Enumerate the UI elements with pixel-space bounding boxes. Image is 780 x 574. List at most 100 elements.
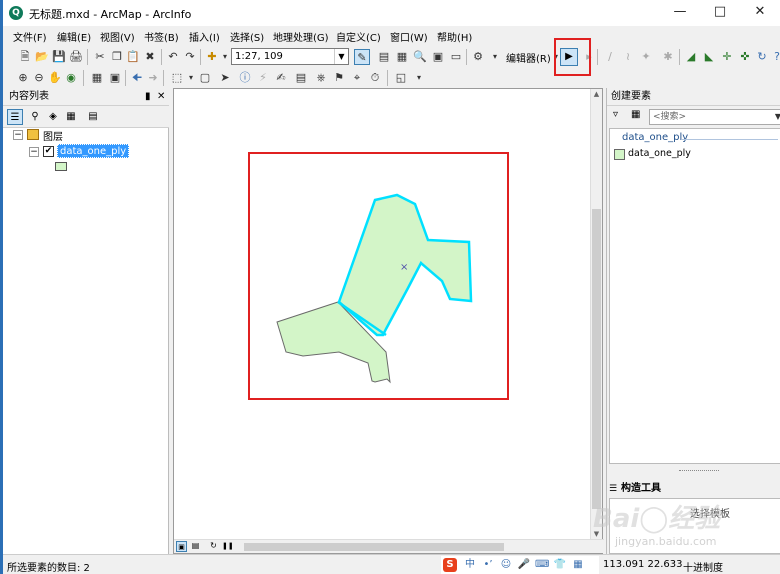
menu-bookmarks[interactable]: 书签(B)	[144, 29, 179, 44]
table-of-contents-icon[interactable]: ▤	[376, 49, 392, 65]
map-scale-combobox[interactable]: 1:27, 109 ▼	[231, 48, 349, 65]
menu-view[interactable]: 视图(V)	[100, 29, 135, 44]
organize-templates-icon[interactable]: ▦	[631, 109, 640, 120]
layer-name[interactable]: data_one_ply	[57, 144, 130, 158]
catalog-icon[interactable]: ▦	[394, 49, 410, 65]
arctoolbox-icon[interactable]: ▣	[430, 49, 446, 65]
collapse-icon[interactable]: −	[13, 130, 23, 140]
root-layer-label[interactable]: 图层	[43, 128, 63, 143]
forward-icon[interactable]: ➜	[145, 70, 161, 86]
menu-windows[interactable]: 窗口(W)	[390, 29, 428, 44]
map-display[interactable]: × ▲ ▼ ▣ ▤ ↻ ❚❚	[173, 88, 604, 555]
list-by-selection-icon[interactable]: ▦	[63, 109, 79, 125]
full-extent-icon[interactable]: ◉	[63, 70, 79, 86]
sogou-ime-icon[interactable]: S	[443, 558, 457, 572]
new-document-icon[interactable]: 🗎	[17, 49, 33, 65]
help-icon[interactable]: ?	[769, 49, 780, 65]
tools-icon[interactable]: ▦	[571, 558, 585, 572]
model-builder-icon[interactable]: ⚙	[470, 49, 486, 65]
close-icon[interactable]: ✕	[157, 88, 165, 105]
data-view-icon[interactable]: ▣	[176, 541, 187, 552]
list-by-drawing-order-icon[interactable]: ☰	[7, 109, 23, 125]
chinese-mode-icon[interactable]: 中	[463, 558, 477, 572]
reshape-feature-icon[interactable]: ◣	[701, 49, 717, 65]
delete-icon[interactable]: ✖	[142, 49, 158, 65]
find-icon[interactable]: ⎈	[313, 70, 329, 86]
back-icon[interactable]: 🠈	[129, 70, 145, 86]
layer-visibility-checkbox[interactable]: ✔	[43, 146, 54, 157]
menu-customize[interactable]: 自定义(C)	[336, 29, 381, 44]
globe-icon: Q	[9, 6, 23, 20]
save-icon[interactable]: 💾	[51, 49, 67, 65]
toolbar-separator	[163, 70, 164, 86]
layer-symbol-swatch[interactable]	[55, 162, 67, 171]
copy-icon[interactable]: ❐	[109, 49, 125, 65]
edit-vertices-icon[interactable]: ◢	[683, 49, 699, 65]
keyboard-icon[interactable]: ⌨	[535, 558, 549, 572]
options-icon[interactable]: ▤	[85, 109, 101, 125]
fixed-zoom-out-icon[interactable]: ▣	[107, 70, 123, 86]
toolbar-overflow-icon[interactable]: ▾	[411, 70, 427, 86]
menu-help[interactable]: 帮助(H)	[437, 29, 472, 44]
menu-insert[interactable]: 插入(I)	[189, 29, 220, 44]
scroll-up-icon[interactable]: ▲	[592, 90, 601, 99]
vertical-scroll-thumb[interactable]	[592, 209, 601, 509]
maximize-icon[interactable]: □	[700, 0, 740, 26]
pin-icon[interactable]: ▮	[145, 88, 151, 105]
layout-view-icon[interactable]: ▤	[190, 541, 201, 552]
refresh-icon[interactable]: ↻	[208, 541, 219, 552]
menu-file[interactable]: 文件(F)	[13, 29, 47, 44]
emoji-icon[interactable]: ☺	[499, 558, 513, 572]
filter-icon[interactable]: ▿	[613, 109, 618, 120]
menu-selection[interactable]: 选择(S)	[230, 29, 264, 44]
undo-icon[interactable]: ↶	[165, 49, 181, 65]
cut-polygons-icon[interactable]: ✛	[719, 49, 735, 65]
horizontal-scroll-thumb[interactable]	[244, 543, 504, 551]
python-icon[interactable]: ▭	[448, 49, 464, 65]
list-by-visibility-icon[interactable]: ◈	[45, 109, 61, 125]
select-elements-icon[interactable]: ➤	[217, 70, 233, 86]
print-icon[interactable]: 🖨	[68, 49, 84, 65]
cursor-coordinates: 113.091 22.633	[603, 559, 683, 570]
html-popup-icon[interactable]: ✍	[273, 70, 289, 86]
editor-menu[interactable]: 编辑器(R)	[506, 50, 551, 65]
toc-title: 内容列表	[9, 91, 49, 102]
measure-icon[interactable]: ▤	[293, 70, 309, 86]
rotate-icon[interactable]: ↻	[754, 49, 770, 65]
toolbar-separator	[161, 49, 162, 65]
microphone-icon[interactable]: 🎤	[517, 558, 531, 572]
pause-drawing-icon[interactable]: ❚❚	[222, 541, 234, 552]
editor-toolbar-icon[interactable]: ✎	[354, 49, 370, 65]
cut-icon[interactable]: ✂	[92, 49, 108, 65]
list-by-source-icon[interactable]: ⚲	[27, 109, 43, 125]
identify-icon[interactable]: ⓘ	[237, 70, 253, 86]
zoom-out-icon[interactable]: ⊖	[31, 70, 47, 86]
pan-icon[interactable]: ✋	[47, 70, 63, 86]
minimize-icon[interactable]: —	[660, 0, 700, 26]
redo-icon[interactable]: ↷	[182, 49, 198, 65]
panel-splitter[interactable]	[609, 468, 780, 474]
paste-icon[interactable]: 📋	[125, 49, 141, 65]
menu-edit[interactable]: 编辑(E)	[57, 29, 91, 44]
punctuation-icon[interactable]: •’	[481, 558, 495, 572]
search-window-icon[interactable]: 🔍	[412, 49, 428, 65]
map-canvas[interactable]: ×	[174, 89, 604, 555]
template-search-input[interactable]: <搜索> ▼	[649, 109, 780, 125]
fixed-zoom-in-icon[interactable]: ▦	[89, 70, 105, 86]
chevron-down-icon[interactable]: ▼	[334, 49, 348, 64]
close-icon[interactable]: ✕	[740, 0, 780, 26]
split-tool-icon[interactable]: ✜	[737, 49, 753, 65]
zoom-in-icon[interactable]: ⊕	[15, 70, 31, 86]
time-slider-icon[interactable]: ⏱	[367, 70, 383, 86]
find-route-icon[interactable]: ⚑	[331, 70, 347, 86]
menu-geoprocessing[interactable]: 地理处理(G)	[273, 29, 329, 44]
open-folder-icon[interactable]: 📂	[34, 49, 50, 65]
toolbar-overflow-icon[interactable]: ▾	[487, 49, 503, 65]
skin-icon[interactable]: 👕	[553, 558, 567, 572]
viewer-window-icon[interactable]: ◱	[393, 70, 409, 86]
collapse-icon[interactable]: −	[29, 147, 39, 157]
clear-selection-icon[interactable]: ▢	[197, 70, 213, 86]
go-to-xy-icon[interactable]: ⌖	[349, 70, 365, 86]
vertical-scrollbar[interactable]: ▲ ▼	[590, 89, 602, 541]
chevron-down-icon[interactable]: ▼	[775, 110, 780, 124]
